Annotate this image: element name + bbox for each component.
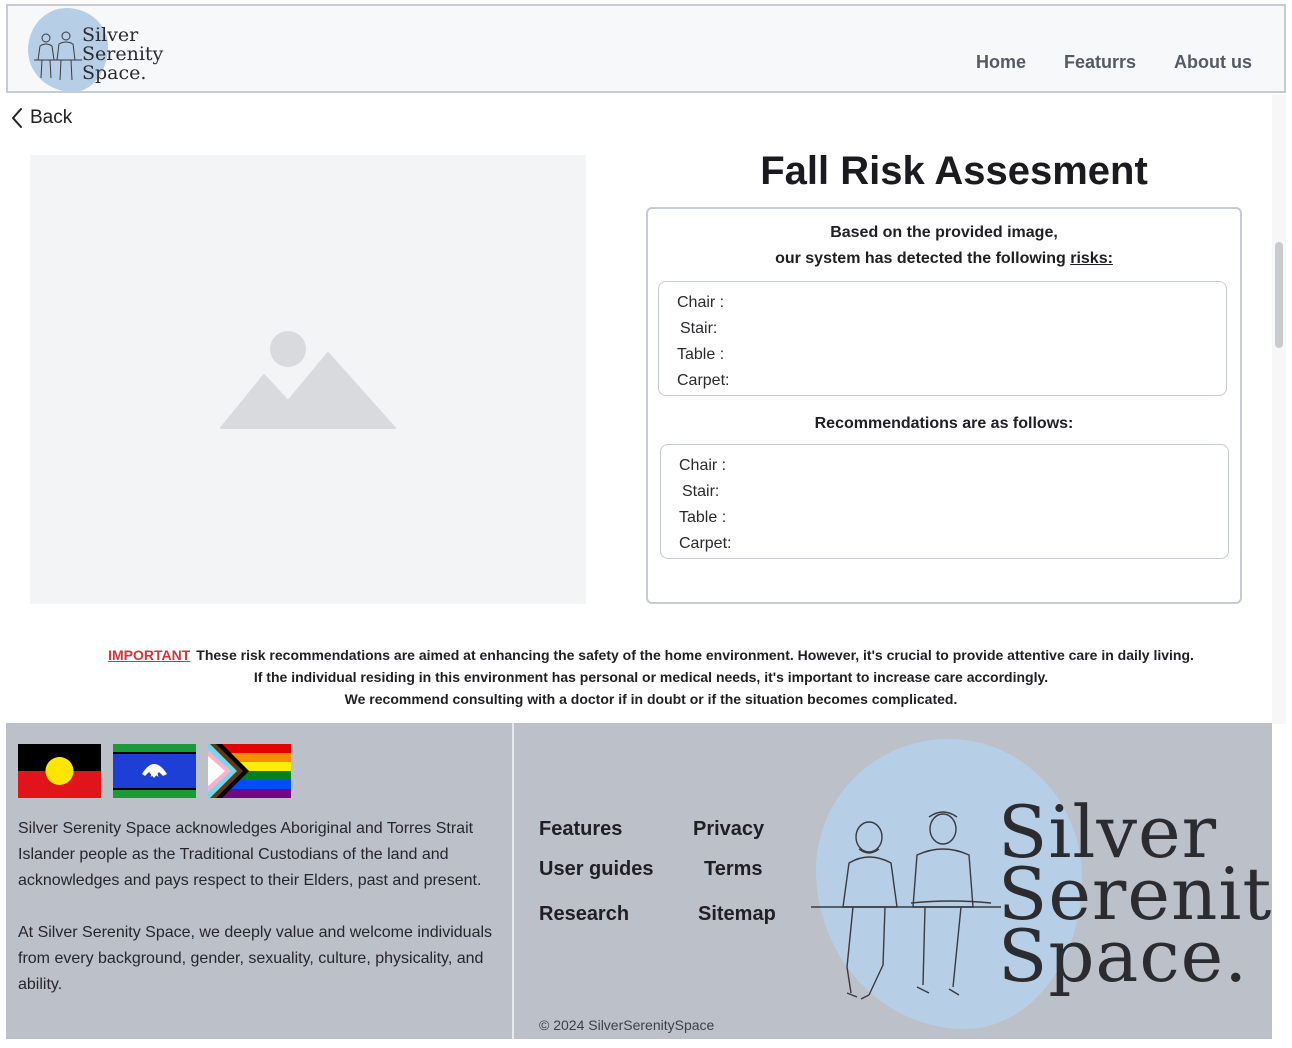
recommendation-item-stair: Stair: — [682, 483, 720, 500]
chevron-left-icon — [12, 108, 22, 128]
site-footer: Silver Serenity Space acknowledges Abori… — [6, 723, 1272, 1039]
nav-home[interactable]: Home — [976, 52, 1026, 73]
back-label: Back — [30, 107, 73, 128]
nav-features[interactable]: Featurrs — [1064, 52, 1136, 73]
notice-text-1: These risk recommendations are aimed at … — [196, 647, 1194, 663]
footer-logo-figures-icon — [811, 811, 1001, 1000]
risk-item-stair: Stair: — [680, 320, 718, 337]
uploaded-image-placeholder — [30, 155, 586, 604]
torres-strait-flag-icon — [113, 744, 196, 798]
risks-link[interactable]: risks: — [1070, 250, 1113, 267]
risk-item-carpet: Carpet: — [677, 372, 730, 389]
recommendation-item-carpet: Carpet: — [679, 535, 732, 552]
scrollbar-thumb[interactable] — [1275, 242, 1283, 348]
notice-line-1: IMPORTANT These risk recommendations are … — [6, 644, 1292, 666]
main-nav: Home Featurrs About us — [976, 52, 1252, 73]
risk-item-chair: Chair : — [677, 294, 725, 311]
footer-link-user-guides[interactable]: User guides — [539, 858, 653, 881]
intro-line-1: Based on the provided image, — [830, 224, 1058, 241]
results-intro: Based on the provided image, our system … — [648, 220, 1240, 272]
acknowledgement-text: Silver Serenity Space acknowledges Abori… — [18, 816, 518, 998]
results-panel: Based on the provided image, our system … — [646, 207, 1242, 604]
risks-list: Chair : Stair: Table : Carpet: — [658, 281, 1227, 396]
recommendations-list: Chair : Stair: Table : Carpet: — [660, 444, 1229, 559]
recommendation-item-chair: Chair : — [679, 457, 727, 474]
risk-item-table: Table : — [677, 346, 725, 363]
footer-logo-wordmark: Silver Serenity Space. — [998, 796, 1272, 998]
page: Silver Serenity Space. Home Featurrs Abo… — [6, 4, 1286, 1044]
notice-line-3: We recommend consulting with a doctor if… — [344, 691, 958, 707]
progress-pride-flag-icon — [208, 744, 291, 798]
acknowledgement-paragraph: Silver Serenity Space acknowledges Abori… — [18, 820, 482, 889]
copyright-text: © 2024 SilverSerenitySpace — [539, 1017, 715, 1033]
recommendations-heading: Recommendations are as follows: — [814, 415, 1074, 432]
footer-link-sitemap[interactable]: Sitemap — [698, 903, 776, 926]
image-placeholder-icon — [220, 331, 396, 429]
scrollbar-track[interactable] — [1272, 95, 1286, 724]
page-title: Fall Risk Assesment — [760, 149, 1148, 193]
important-notice: IMPORTANT These risk recommendations are … — [6, 644, 1292, 710]
footer-link-terms[interactable]: Terms — [704, 858, 763, 881]
logo-figures-icon — [34, 31, 82, 81]
notice-line-2: If the individual residing in this envir… — [253, 669, 1049, 685]
footer-link-privacy[interactable]: Privacy — [693, 818, 764, 841]
footer-logo-line-3: Space. — [998, 914, 1249, 998]
recommendation-item-table: Table : — [679, 509, 727, 526]
footer-link-features[interactable]: Features — [539, 818, 622, 841]
nav-about-us[interactable]: About us — [1174, 52, 1252, 73]
back-button[interactable]: Back — [10, 107, 72, 129]
logo-line-3: Space. — [82, 62, 147, 84]
site-header: Silver Serenity Space. Home Featurrs Abo… — [6, 4, 1286, 93]
intro-line-2-text: our system has detected the following — [775, 250, 1071, 267]
logo-wordmark[interactable]: Silver Serenity Space. — [82, 26, 163, 83]
footer-link-research[interactable]: Research — [539, 903, 629, 926]
intro-line-2: our system has detected the following ri… — [648, 246, 1240, 272]
important-label: IMPORTANT — [108, 647, 191, 663]
aboriginal-flag-icon — [18, 744, 101, 798]
welcome-paragraph: At Silver Serenity Space, we deeply valu… — [18, 924, 493, 993]
